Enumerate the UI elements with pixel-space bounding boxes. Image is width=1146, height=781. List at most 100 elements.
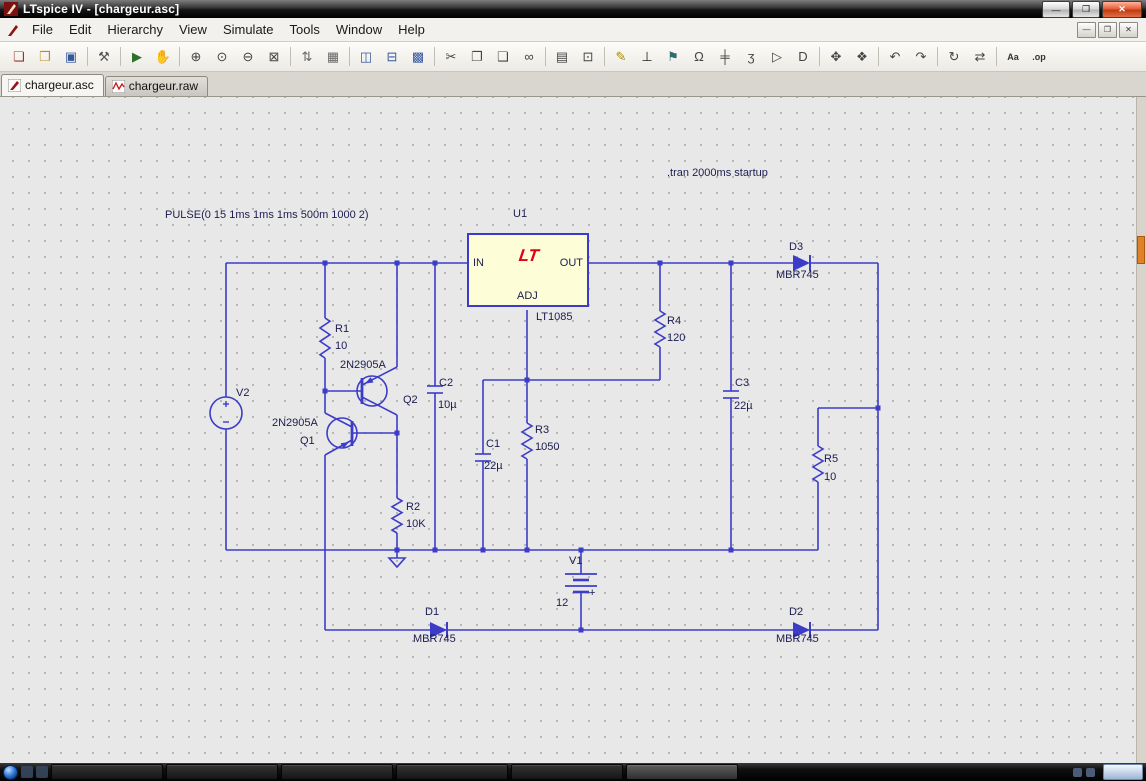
- label-r2-value[interactable]: 10K: [406, 518, 426, 530]
- label-r2-ref[interactable]: R2: [406, 501, 420, 513]
- mdi-restore-button[interactable]: ❐: [1098, 21, 1117, 38]
- label-directive-tran[interactable]: .tran 2000ms startup: [667, 167, 768, 179]
- label-c2-value[interactable]: 10µ: [438, 399, 457, 411]
- scrollbar-thumb[interactable]: [1137, 236, 1145, 264]
- print-preview-icon[interactable]: ⊡: [576, 45, 601, 68]
- label-d3-ref[interactable]: D3: [789, 241, 803, 253]
- save-icon[interactable]: ▣: [59, 45, 84, 68]
- tile-vertical-icon[interactable]: ⊟: [380, 45, 405, 68]
- zoom-back-icon[interactable]: ⊙: [210, 45, 235, 68]
- label-q2-model[interactable]: 2N2905A: [340, 359, 386, 371]
- label-r4-value[interactable]: 120: [667, 332, 685, 344]
- find-icon[interactable]: ∞: [517, 45, 542, 68]
- tray-icon[interactable]: [1086, 767, 1095, 777]
- quick-launch-icon[interactable]: [36, 766, 48, 778]
- label-c3-value[interactable]: 22µ: [734, 400, 753, 412]
- zoom-full-extents-icon[interactable]: ⊠: [262, 45, 287, 68]
- start-button[interactable]: [3, 764, 18, 780]
- control-panel-icon[interactable]: ⚒: [92, 45, 117, 68]
- label-q1-ref[interactable]: Q1: [300, 435, 315, 447]
- label-r5-ref[interactable]: R5: [824, 453, 838, 465]
- minimize-button[interactable]: —: [1042, 1, 1070, 18]
- rotate-icon[interactable]: ↻: [942, 45, 967, 68]
- menu-window[interactable]: Window: [328, 20, 390, 39]
- label-r5-value[interactable]: 10: [824, 471, 836, 483]
- cascade-windows-icon[interactable]: ▩: [406, 45, 431, 68]
- component-u1-lt1085[interactable]: IN OUT ADJ LT: [467, 233, 589, 307]
- cut-icon[interactable]: ✂: [439, 45, 464, 68]
- label-q1-model[interactable]: 2N2905A: [272, 417, 318, 429]
- resistor-icon[interactable]: Ω: [687, 45, 712, 68]
- ground-icon[interactable]: ⊥: [635, 45, 660, 68]
- label-u1-ref[interactable]: U1: [513, 208, 527, 220]
- tile-horizontal-icon[interactable]: ◫: [354, 45, 379, 68]
- run-icon[interactable]: ▶: [125, 45, 150, 68]
- mirror-icon[interactable]: ⇄: [968, 45, 993, 68]
- net-label-icon[interactable]: ⚑: [661, 45, 686, 68]
- zoom-in-icon[interactable]: ⊕: [184, 45, 209, 68]
- label-r1-value[interactable]: 10: [335, 340, 347, 352]
- toolbar-separator: [878, 47, 879, 66]
- label-v1-ref[interactable]: V1: [569, 555, 582, 567]
- spice-directive-icon[interactable]: .op: [1027, 45, 1052, 68]
- print-icon[interactable]: ▤: [550, 45, 575, 68]
- menu-tools[interactable]: Tools: [282, 20, 328, 39]
- label-v1-plus[interactable]: +: [589, 587, 595, 599]
- label-r3-ref[interactable]: R3: [535, 424, 549, 436]
- paste-icon[interactable]: ❑: [491, 45, 516, 68]
- new-schematic-icon[interactable]: ❏: [7, 45, 32, 68]
- mdi-minimize-button[interactable]: —: [1077, 21, 1096, 38]
- close-button[interactable]: ✕: [1102, 1, 1142, 18]
- label-d3-model[interactable]: MBR745: [776, 269, 819, 281]
- redo-icon[interactable]: ↷: [909, 45, 934, 68]
- text-icon[interactable]: Aa: [1001, 45, 1026, 68]
- halt-icon[interactable]: ✋: [151, 45, 176, 68]
- menu-hierarchy[interactable]: Hierarchy: [99, 20, 171, 39]
- open-file-icon[interactable]: ❒: [33, 45, 58, 68]
- mdi-close-button[interactable]: ✕: [1119, 21, 1138, 38]
- move-icon[interactable]: ✥: [824, 45, 849, 68]
- label-c1-value[interactable]: 22µ: [484, 460, 503, 472]
- label-r1-ref[interactable]: R1: [335, 323, 349, 335]
- diode-icon[interactable]: ▷: [765, 45, 790, 68]
- quick-launch-icon[interactable]: [21, 766, 33, 778]
- vertical-scrollbar[interactable]: [1136, 97, 1146, 763]
- label-d1-model[interactable]: MBR745: [413, 633, 456, 645]
- label-v1-value[interactable]: 12: [556, 597, 568, 609]
- tab-chargeur-raw[interactable]: chargeur.raw: [104, 76, 209, 96]
- label-c3-ref[interactable]: C3: [735, 377, 749, 389]
- menu-help[interactable]: Help: [390, 20, 433, 39]
- draw-wire-icon[interactable]: ✎: [609, 45, 634, 68]
- label-d2-model[interactable]: MBR745: [776, 633, 819, 645]
- tab-bar: chargeur.asc chargeur.raw: [0, 72, 1146, 97]
- toolbar: ❏ ❒ ▣ ⚒ ▶ ✋ ⊕ ⊙ ⊖ ⊠ ⇅ ▦ ◫ ⊟ ▩ ✂ ❐ ❑ ∞ ▤ ⊡ ✎ ⊥ ⚑ Ω ╪ ʒ ▷ D ✥ ❖ ↶ ↷ ↻ ⇄ Aa .op: [0, 42, 1146, 72]
- plot-settings-icon[interactable]: ▦: [321, 45, 346, 68]
- menu-edit[interactable]: Edit: [61, 20, 99, 39]
- label-u1-part[interactable]: LT1085: [536, 311, 573, 323]
- label-q2-ref[interactable]: Q2: [403, 394, 418, 406]
- inductor-icon[interactable]: ʒ: [739, 45, 764, 68]
- menu-file[interactable]: File: [24, 20, 61, 39]
- schematic-canvas[interactable]: IN OUT ADJ LT .tran 2000ms startup PULSE(…: [0, 97, 1146, 763]
- label-d1-ref[interactable]: D1: [425, 606, 439, 618]
- toolbar-separator: [87, 47, 88, 66]
- tray-icon[interactable]: [1073, 767, 1082, 777]
- drag-icon[interactable]: ❖: [850, 45, 875, 68]
- label-v2-ref[interactable]: V2: [236, 387, 249, 399]
- component-icon[interactable]: D: [791, 45, 816, 68]
- label-c1-ref[interactable]: C1: [486, 438, 500, 450]
- menu-simulate[interactable]: Simulate: [215, 20, 282, 39]
- label-c2-ref[interactable]: C2: [439, 377, 453, 389]
- label-d2-ref[interactable]: D2: [789, 606, 803, 618]
- autorange-y-icon[interactable]: ⇅: [295, 45, 320, 68]
- menu-view[interactable]: View: [171, 20, 215, 39]
- maximize-button[interactable]: ❐: [1072, 1, 1100, 18]
- zoom-out-icon[interactable]: ⊖: [236, 45, 261, 68]
- label-r3-value[interactable]: 1050: [535, 441, 559, 453]
- tab-chargeur-asc[interactable]: chargeur.asc: [1, 74, 104, 96]
- capacitor-icon[interactable]: ╪: [713, 45, 738, 68]
- copy-icon[interactable]: ❐: [465, 45, 490, 68]
- label-r4-ref[interactable]: R4: [667, 315, 681, 327]
- label-directive-pulse[interactable]: PULSE(0 15 1ms 1ms 1ms 500m 1000 2): [165, 209, 369, 221]
- undo-icon[interactable]: ↶: [883, 45, 908, 68]
